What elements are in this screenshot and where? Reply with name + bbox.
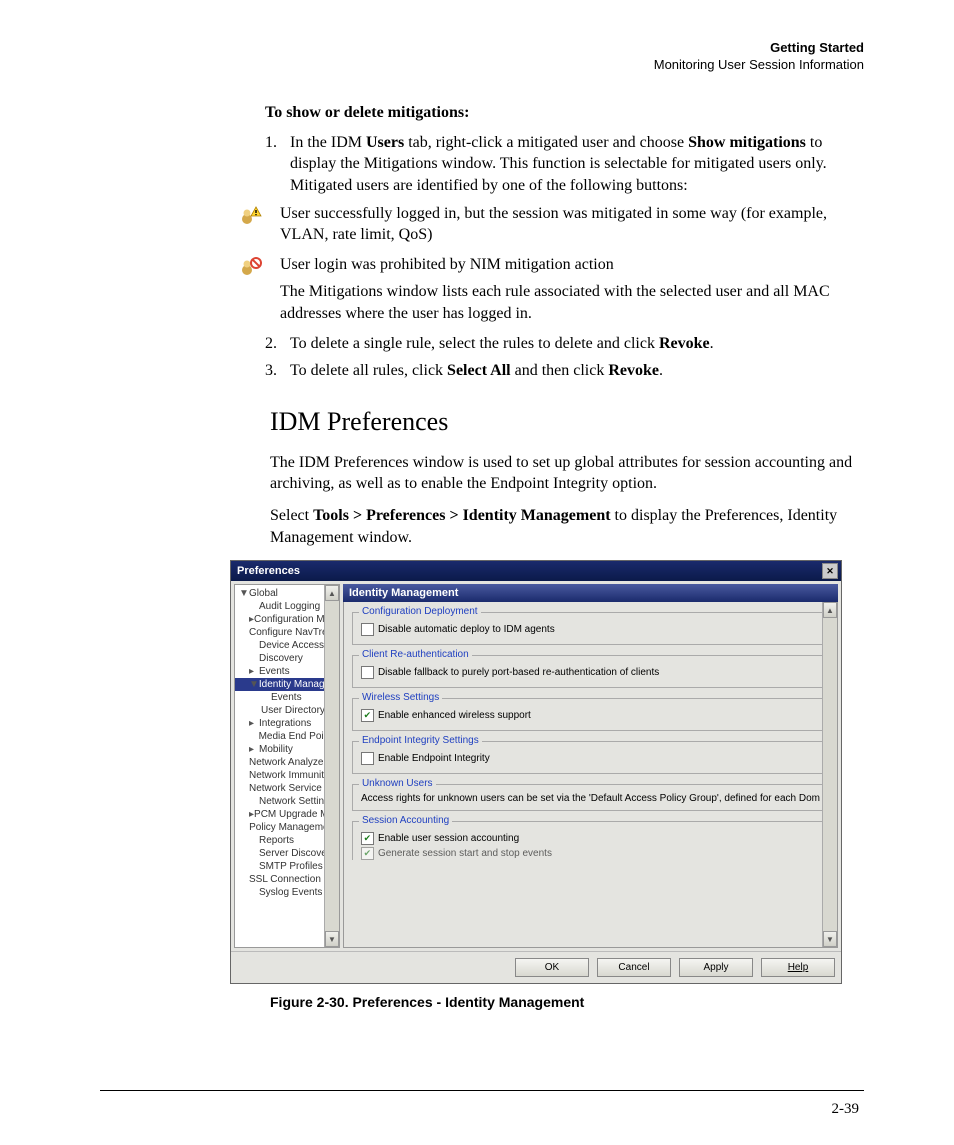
mitigation-icon-row-1: User successfully logged in, but the ses… (100, 203, 864, 246)
user-prohibited-icon (220, 254, 280, 276)
step-3: 3. To delete all rules, click Select All… (265, 360, 864, 382)
mitigation-icon-1-text: User successfully logged in, but the ses… (280, 203, 864, 246)
group-unknown-users: Unknown Users Access rights for unknown … (352, 784, 829, 811)
checkbox-enable-endpoint-integrity[interactable] (361, 752, 374, 765)
page-number: 2-39 (0, 1101, 954, 1138)
dialog-titlebar[interactable]: Preferences ✕ (231, 561, 841, 581)
paragraph-2: Select Tools > Preferences > Identity Ma… (270, 505, 864, 548)
right-scrollbar[interactable]: ▲ ▼ (822, 602, 837, 947)
apply-button[interactable]: Apply (679, 958, 753, 977)
step-2: 2. To delete a single rule, select the r… (265, 333, 864, 355)
group-client-reauth: Client Re-authentication Disable fallbac… (352, 655, 829, 688)
tree-scrollbar[interactable]: ▲ ▼ (324, 585, 339, 947)
scroll-up-icon[interactable]: ▲ (823, 602, 837, 618)
right-pane-body: Configuration Deployment Disable automat… (343, 602, 838, 948)
figure-caption: Figure 2-30. Preferences - Identity Mana… (270, 994, 864, 1010)
user-mitigated-icon (220, 203, 280, 225)
checkbox-disable-fallback[interactable] (361, 666, 374, 679)
checkbox-generate-session-events[interactable]: ✔ (361, 847, 374, 860)
after-icons-text: The Mitigations window lists each rule a… (280, 281, 864, 324)
preferences-dialog: Preferences ✕ ▼GlobalAudit Logging▸Confi… (230, 560, 842, 984)
cancel-button[interactable]: Cancel (597, 958, 671, 977)
footer-rule (100, 1090, 864, 1091)
group-session-accounting: Session Accounting ✔ Enable user session… (352, 821, 829, 860)
header-chapter: Getting Started (100, 40, 864, 57)
heading-idm-preferences: IDM Preferences (270, 407, 864, 437)
group-config-deployment: Configuration Deployment Disable automat… (352, 612, 829, 645)
subhead: To show or delete mitigations: (265, 104, 864, 122)
page-header: Getting Started Monitoring User Session … (100, 40, 864, 74)
group-endpoint-integrity: Endpoint Integrity Settings Enable Endpo… (352, 741, 829, 774)
tree-pane[interactable]: ▼GlobalAudit Logging▸Configuration Manag… (234, 584, 340, 948)
step-1: 1. In the IDM Users tab, right-click a m… (265, 132, 864, 197)
mitigation-icon-row-2: User login was prohibited by NIM mitigat… (100, 254, 864, 325)
checkbox-enable-session-accounting[interactable]: ✔ (361, 832, 374, 845)
mitigation-icon-2-text: User login was prohibited by NIM mitigat… (280, 254, 864, 276)
dialog-buttons: OK Cancel Apply Help (231, 951, 841, 983)
paragraph-1: The IDM Preferences window is used to se… (270, 452, 864, 495)
ok-button[interactable]: OK (515, 958, 589, 977)
scroll-down-icon[interactable]: ▼ (823, 931, 837, 947)
checkbox-disable-auto-deploy[interactable] (361, 623, 374, 636)
right-pane-title: Identity Management (343, 584, 838, 602)
close-icon[interactable]: ✕ (822, 563, 838, 579)
group-wireless: Wireless Settings ✔ Enable enhanced wire… (352, 698, 829, 731)
checkbox-enable-wireless[interactable]: ✔ (361, 709, 374, 722)
scroll-up-icon[interactable]: ▲ (325, 585, 339, 601)
dialog-title: Preferences (237, 565, 300, 577)
header-section: Monitoring User Session Information (100, 57, 864, 74)
scroll-down-icon[interactable]: ▼ (325, 931, 339, 947)
help-button[interactable]: Help (761, 958, 835, 977)
